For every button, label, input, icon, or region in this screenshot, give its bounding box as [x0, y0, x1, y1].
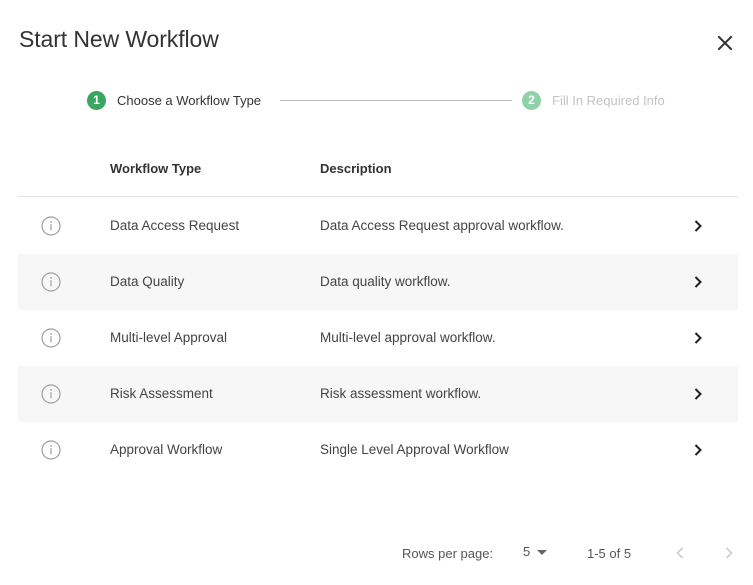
step-number-badge: 2	[522, 90, 541, 110]
step-choose-workflow-type: 1 Choose a Workflow Type	[87, 90, 261, 110]
workflow-type-description: Data quality workflow.	[320, 274, 451, 289]
close-icon	[717, 35, 733, 51]
table-row[interactable]: Risk Assessment Risk assessment workflow…	[18, 366, 738, 422]
chevron-right-icon[interactable]	[689, 385, 707, 403]
start-workflow-dialog: Start New Workflow 1 Choose a Workflow T…	[0, 0, 753, 585]
info-icon[interactable]	[40, 215, 62, 237]
workflow-type-description: Risk assessment workflow.	[320, 386, 482, 401]
column-header-workflow-type: Workflow Type	[110, 161, 202, 176]
table-header: Workflow Type Description	[18, 140, 738, 197]
column-header-description: Description	[320, 161, 392, 176]
workflow-stepper: 1 Choose a Workflow Type 2 Fill In Requi…	[87, 90, 687, 110]
workflow-type-name: Data Quality	[110, 274, 185, 289]
info-icon[interactable]	[40, 439, 62, 461]
chevron-right-icon	[725, 547, 733, 559]
table-row[interactable]: Data Access Request Data Access Request …	[18, 198, 738, 254]
info-icon[interactable]	[40, 383, 62, 405]
workflow-type-name: Data Access Request	[110, 218, 240, 233]
chevron-left-icon	[676, 547, 684, 559]
workflow-type-name: Multi-level Approval	[110, 330, 228, 345]
chevron-right-icon[interactable]	[689, 273, 707, 291]
next-page-button[interactable]	[719, 543, 739, 563]
step-number-badge: 1	[87, 90, 106, 110]
info-icon[interactable]	[40, 271, 62, 293]
pagination-range: 1-5 of 5	[587, 546, 632, 561]
workflow-type-description: Data Access Request approval workflow.	[320, 218, 564, 233]
workflow-type-description: Multi-level approval workflow.	[320, 330, 496, 345]
chevron-right-icon[interactable]	[689, 441, 707, 459]
table-row[interactable]: Data Quality Data quality workflow.	[18, 254, 738, 310]
info-icon[interactable]	[40, 327, 62, 349]
rows-per-page-value: 5	[523, 544, 531, 559]
step-connector	[280, 100, 512, 101]
table-row[interactable]: Approval Workflow Single Level Approval …	[18, 422, 738, 478]
step-label: Fill In Required Info	[552, 92, 665, 108]
step-fill-required-info: 2 Fill In Required Info	[522, 90, 665, 110]
rows-per-page-label: Rows per page:	[402, 546, 494, 561]
step-label: Choose a Workflow Type	[117, 92, 262, 108]
chevron-right-icon[interactable]	[689, 217, 707, 235]
workflow-type-description: Single Level Approval Workflow	[320, 442, 509, 457]
workflow-type-list: Data Access Request Data Access Request …	[18, 198, 738, 478]
chevron-right-icon[interactable]	[689, 329, 707, 347]
previous-page-button[interactable]	[670, 543, 690, 563]
table-row[interactable]: Multi-level Approval Multi-level approva…	[18, 310, 738, 366]
close-button[interactable]	[712, 30, 738, 56]
workflow-type-name: Risk Assessment	[110, 386, 213, 401]
rows-per-page-select[interactable]: 5	[523, 544, 548, 559]
caret-down-icon	[537, 549, 548, 555]
pagination-bar: Rows per page: 5 1-5 of 5	[0, 540, 753, 568]
workflow-type-name: Approval Workflow	[110, 442, 223, 457]
dialog-title: Start New Workflow	[19, 26, 219, 52]
